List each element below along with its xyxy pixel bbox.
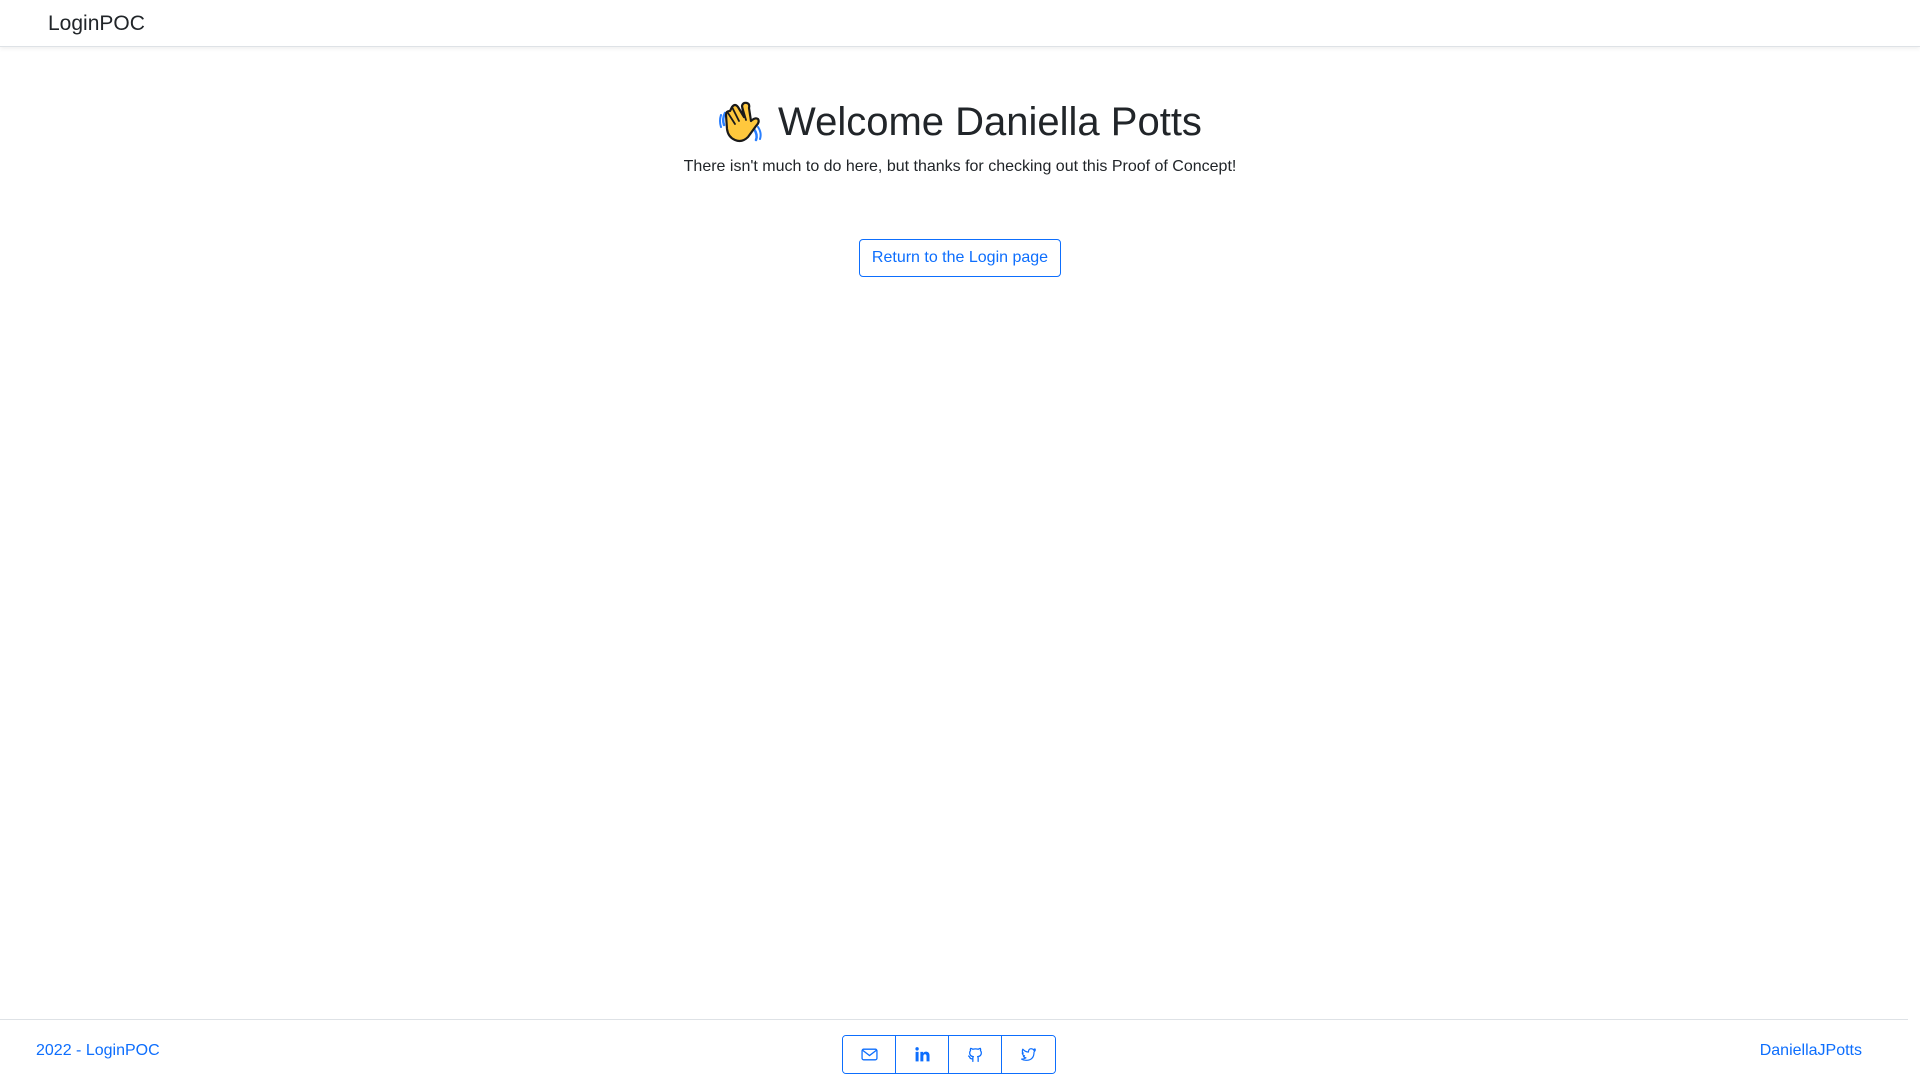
mail-button[interactable] [843,1036,896,1073]
navbar: LoginPOC [0,0,1920,47]
linkedin-icon [914,1047,930,1062]
social-button-group [842,1035,1056,1074]
footer: 2022 - LoginPOC DaniellaJPotts [0,1019,1908,1080]
twitter-button[interactable] [1002,1036,1055,1073]
mail-icon [860,1048,878,1061]
footer-copyright-link[interactable]: 2022 - LoginPOC [36,1042,160,1060]
page-title-text: Welcome Daniella Potts [778,100,1202,144]
github-icon [967,1047,982,1063]
navbar-brand[interactable]: LoginPOC [48,12,145,36]
twitter-icon [1021,1048,1036,1061]
github-button[interactable] [949,1036,1002,1073]
linkedin-button[interactable] [896,1036,949,1073]
hero-section: Welcome Daniella Potts There isn't much … [0,96,1920,176]
waving-hand-icon [718,99,764,145]
footer-author-link[interactable]: DaniellaJPotts [1760,1042,1862,1060]
page-subtitle: There isn't much to do here, but thanks … [683,158,1237,175]
page-title: Welcome Daniella Potts [718,96,1202,148]
return-to-login-button[interactable]: Return to the Login page [859,239,1061,277]
